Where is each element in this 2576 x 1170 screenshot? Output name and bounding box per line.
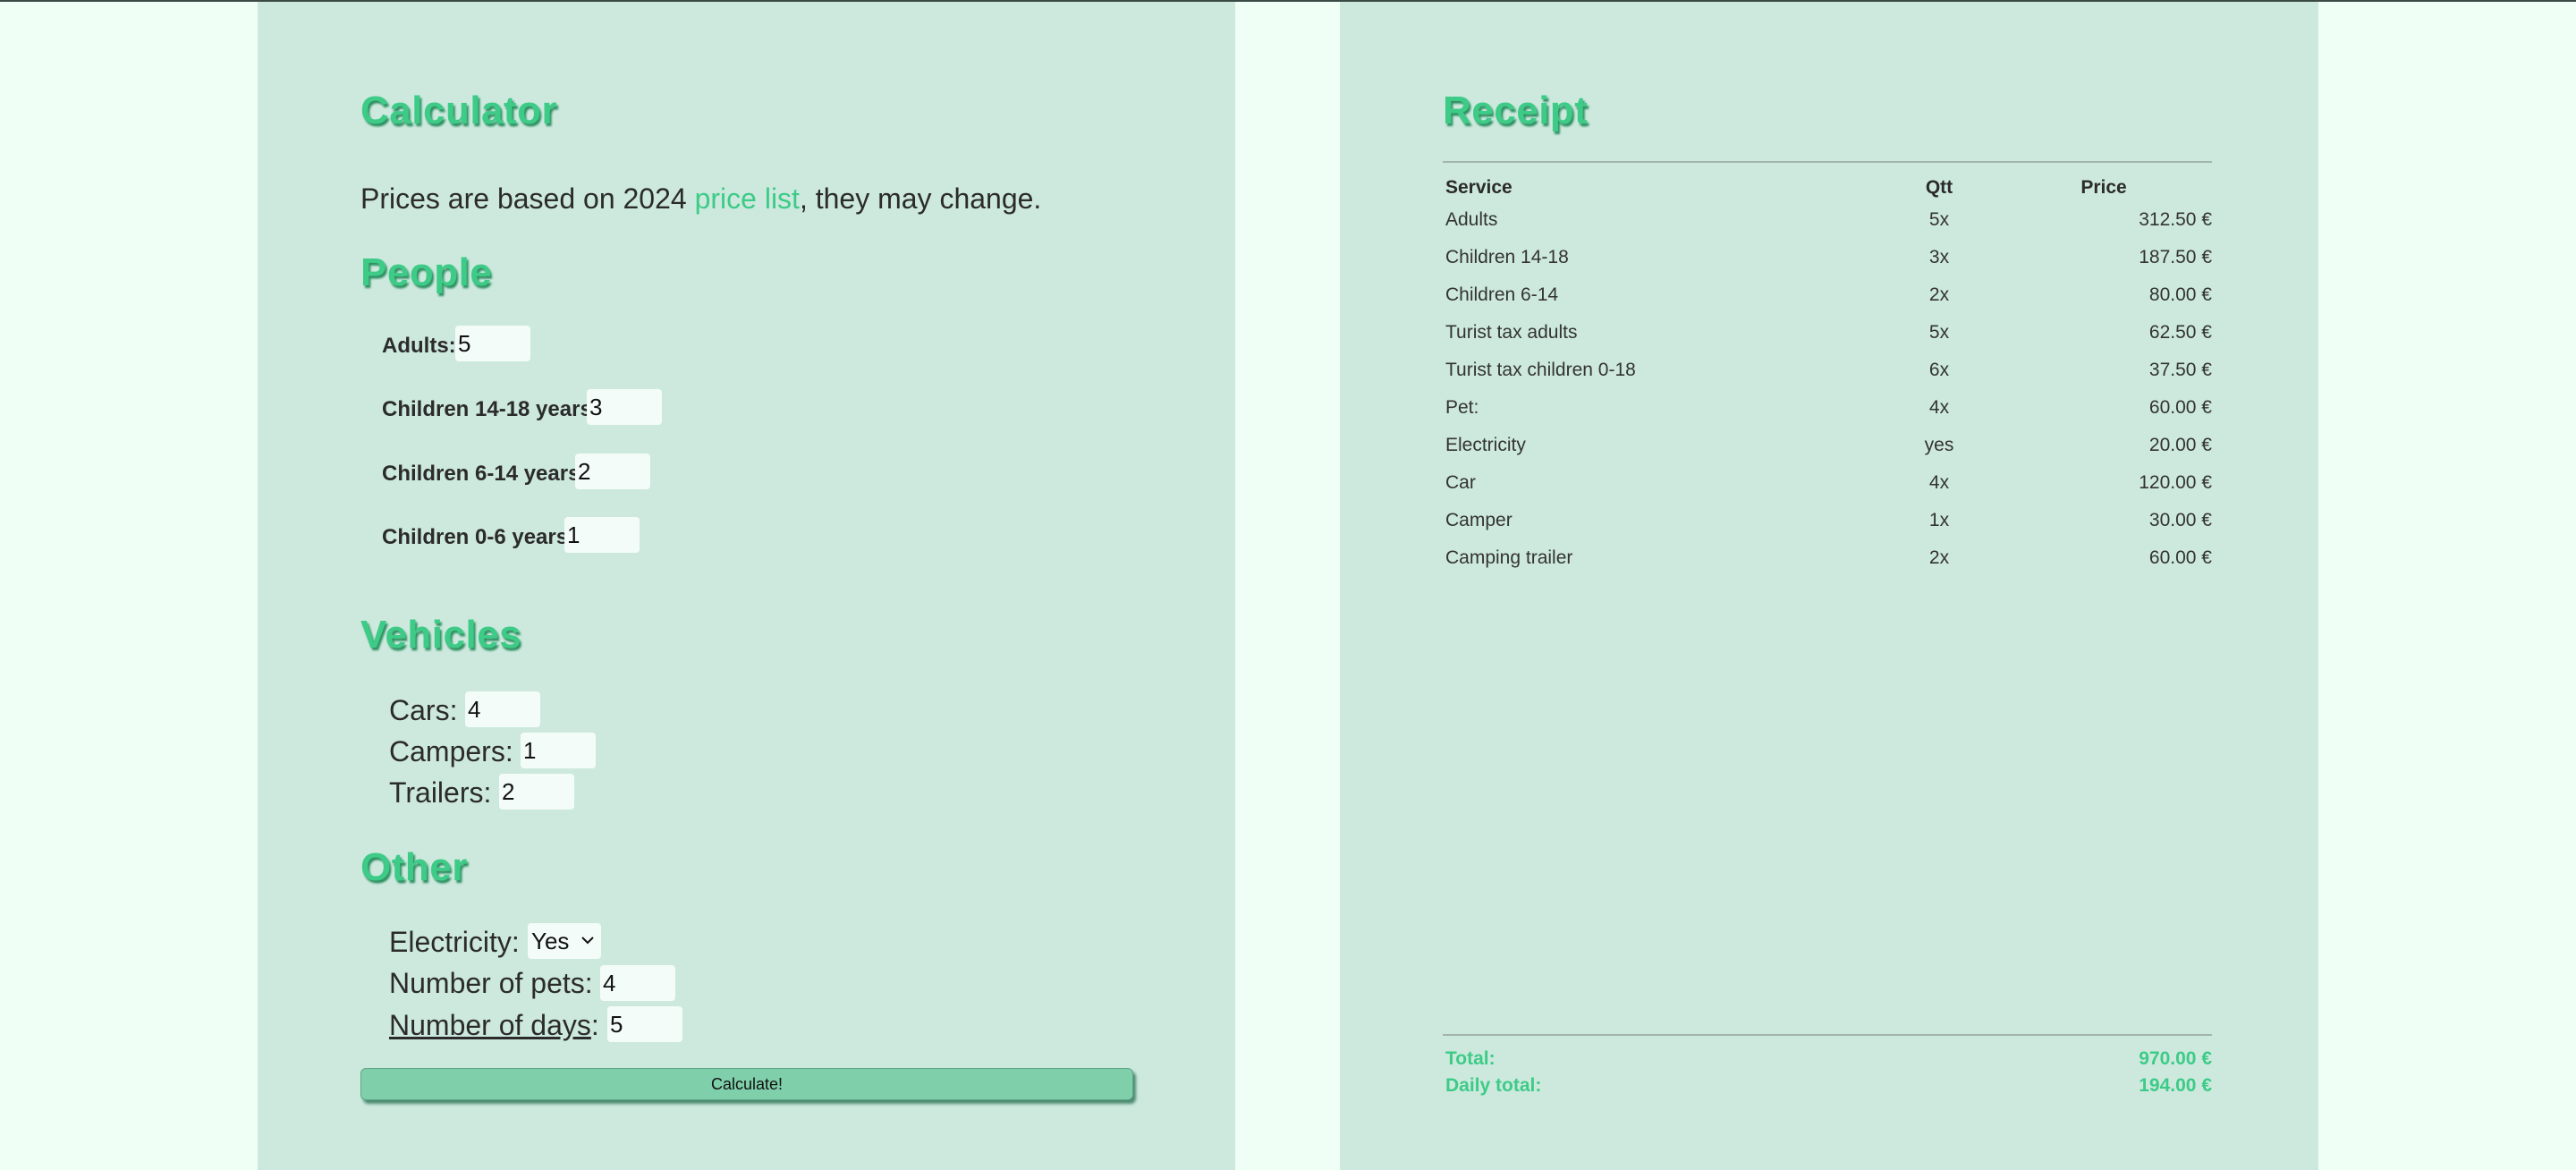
receipt-row: Car 4x 120.00 €: [1443, 472, 2212, 499]
receipt-qtt-cell: 1x: [1928, 510, 1950, 530]
receipt-bottom-divider: [1443, 1034, 2212, 1036]
receipt-row: Pet: 4x 60.00 €: [1443, 397, 2212, 424]
electricity-label: Electricity:: [389, 926, 520, 958]
daily-total-row: Daily total: 194.00 €: [1443, 1075, 2212, 1100]
adults-label: Adults:: [382, 334, 456, 358]
cars-label: Cars:: [389, 694, 458, 726]
campers-label: Campers:: [389, 735, 513, 767]
receipt-price-cell: 60.00 €: [2148, 547, 2212, 568]
receipt-qtt-cell: 5x: [1928, 209, 1950, 230]
receipt-row: Children 14-18 3x 187.50 €: [1443, 247, 2212, 274]
total-value: 970.00 €: [2139, 1048, 2212, 1069]
receipt-top-divider: [1443, 161, 2212, 163]
receipt-price-cell: 60.00 €: [2148, 397, 2212, 418]
receipt-row: Turist tax children 0-18 6x 37.50 €: [1443, 360, 2212, 386]
header-service: Service: [1445, 177, 1513, 198]
adults-input[interactable]: [455, 326, 530, 361]
receipt-price-cell: 30.00 €: [2148, 510, 2212, 530]
children-0-6-input[interactable]: [564, 517, 640, 553]
receipt-service-cell: Electricity: [1445, 435, 1526, 455]
other-heading: Other: [360, 845, 468, 889]
daily-total-label: Daily total:: [1445, 1075, 1542, 1096]
price-notice-text-after: , they may change.: [799, 182, 1042, 215]
receipt-title: Receipt: [1443, 89, 1589, 132]
receipt-price-cell: 312.50 €: [2139, 209, 2212, 230]
pets-label: Number of pets:: [389, 967, 593, 999]
trailers-label: Trailers:: [389, 776, 492, 809]
header-price: Price: [2080, 177, 2127, 198]
chevron-down-icon: [581, 937, 594, 945]
trailers-input[interactable]: [499, 774, 574, 810]
price-notice-text-before: Prices are based on 2024: [360, 182, 695, 215]
receipt-service-cell: Children 6-14: [1445, 284, 1559, 305]
children-14-18-input[interactable]: [587, 389, 662, 425]
children-6-14-label: Children 6-14 years:: [382, 462, 588, 486]
receipt-price-cell: 120.00 €: [2139, 472, 2212, 493]
receipt-qtt-cell: 4x: [1928, 472, 1950, 493]
electricity-select[interactable]: Yes: [528, 923, 601, 959]
receipt-service-cell: Car: [1445, 472, 1476, 493]
receipt-service-cell: Camper: [1445, 510, 1513, 530]
daily-total-value: 194.00 €: [2139, 1075, 2212, 1096]
receipt-qtt-cell: 2x: [1928, 547, 1950, 568]
receipt-qtt-cell: 5x: [1928, 322, 1950, 343]
price-notice: Prices are based on 2024 price list, the…: [360, 182, 1041, 216]
days-input[interactable]: [607, 1006, 682, 1042]
people-heading: People: [360, 250, 493, 294]
receipt-service-cell: Turist tax children 0-18: [1445, 360, 1636, 380]
header-qtt: Qtt: [1925, 177, 1953, 198]
days-label-abbr: Number of days: [389, 1009, 591, 1041]
receipt-price-cell: 62.50 €: [2148, 322, 2212, 343]
receipt-row: Electricity yes 20.00 €: [1443, 435, 2212, 462]
campers-input[interactable]: [521, 733, 596, 768]
receipt-price-cell: 37.50 €: [2148, 360, 2212, 380]
receipt-price-cell: 20.00 €: [2148, 435, 2212, 455]
receipt-price-cell: 80.00 €: [2148, 284, 2212, 305]
receipt-qtt-cell: 3x: [1928, 247, 1950, 267]
receipt-panel: Receipt Service Qtt Price Adults 5x 312.50…: [1340, 2, 2318, 1170]
children-0-6-label: Children 0-6 years:: [382, 525, 576, 549]
receipt-qtt-cell: 4x: [1928, 397, 1950, 418]
receipt-price-cell: 187.50 €: [2139, 247, 2212, 267]
vehicles-heading: Vehicles: [360, 613, 522, 657]
receipt-qtt-cell: yes: [1924, 435, 1954, 455]
calculate-button[interactable]: Calculate!: [360, 1068, 1133, 1100]
price-list-link[interactable]: price list: [695, 182, 800, 215]
days-label-colon: :: [590, 1009, 599, 1041]
receipt-row: Adults 5x 312.50 €: [1443, 209, 2212, 236]
receipt-row: Children 6-14 2x 80.00 €: [1443, 284, 2212, 311]
receipt-row: Camping trailer 2x 60.00 €: [1443, 547, 2212, 574]
children-6-14-input[interactable]: [575, 454, 650, 489]
total-label: Total:: [1445, 1048, 1496, 1069]
receipt-service-cell: Pet:: [1445, 397, 1479, 418]
receipt-service-cell: Adults: [1445, 209, 1498, 230]
electricity-select-value: Yes: [531, 928, 570, 954]
receipt-row: Turist tax adults 5x 62.50 €: [1443, 322, 2212, 349]
receipt-row: Camper 1x 30.00 €: [1443, 510, 2212, 537]
children-14-18-label: Children 14-18 years:: [382, 397, 599, 421]
receipt-service-cell: Children 14-18: [1445, 247, 1569, 267]
receipt-qtt-cell: 2x: [1928, 284, 1950, 305]
calculator-panel: Calculator Prices are based on 2024 pric…: [258, 2, 1235, 1170]
receipt-qtt-cell: 6x: [1928, 360, 1950, 380]
days-label: Number of days:: [389, 1009, 599, 1042]
calculator-title: Calculator: [360, 89, 558, 132]
pets-input[interactable]: [600, 965, 675, 1001]
cars-input[interactable]: [465, 691, 540, 727]
total-row: Total: 970.00 €: [1443, 1048, 2212, 1073]
receipt-service-cell: Camping trailer: [1445, 547, 1573, 568]
receipt-service-cell: Turist tax adults: [1445, 322, 1578, 343]
